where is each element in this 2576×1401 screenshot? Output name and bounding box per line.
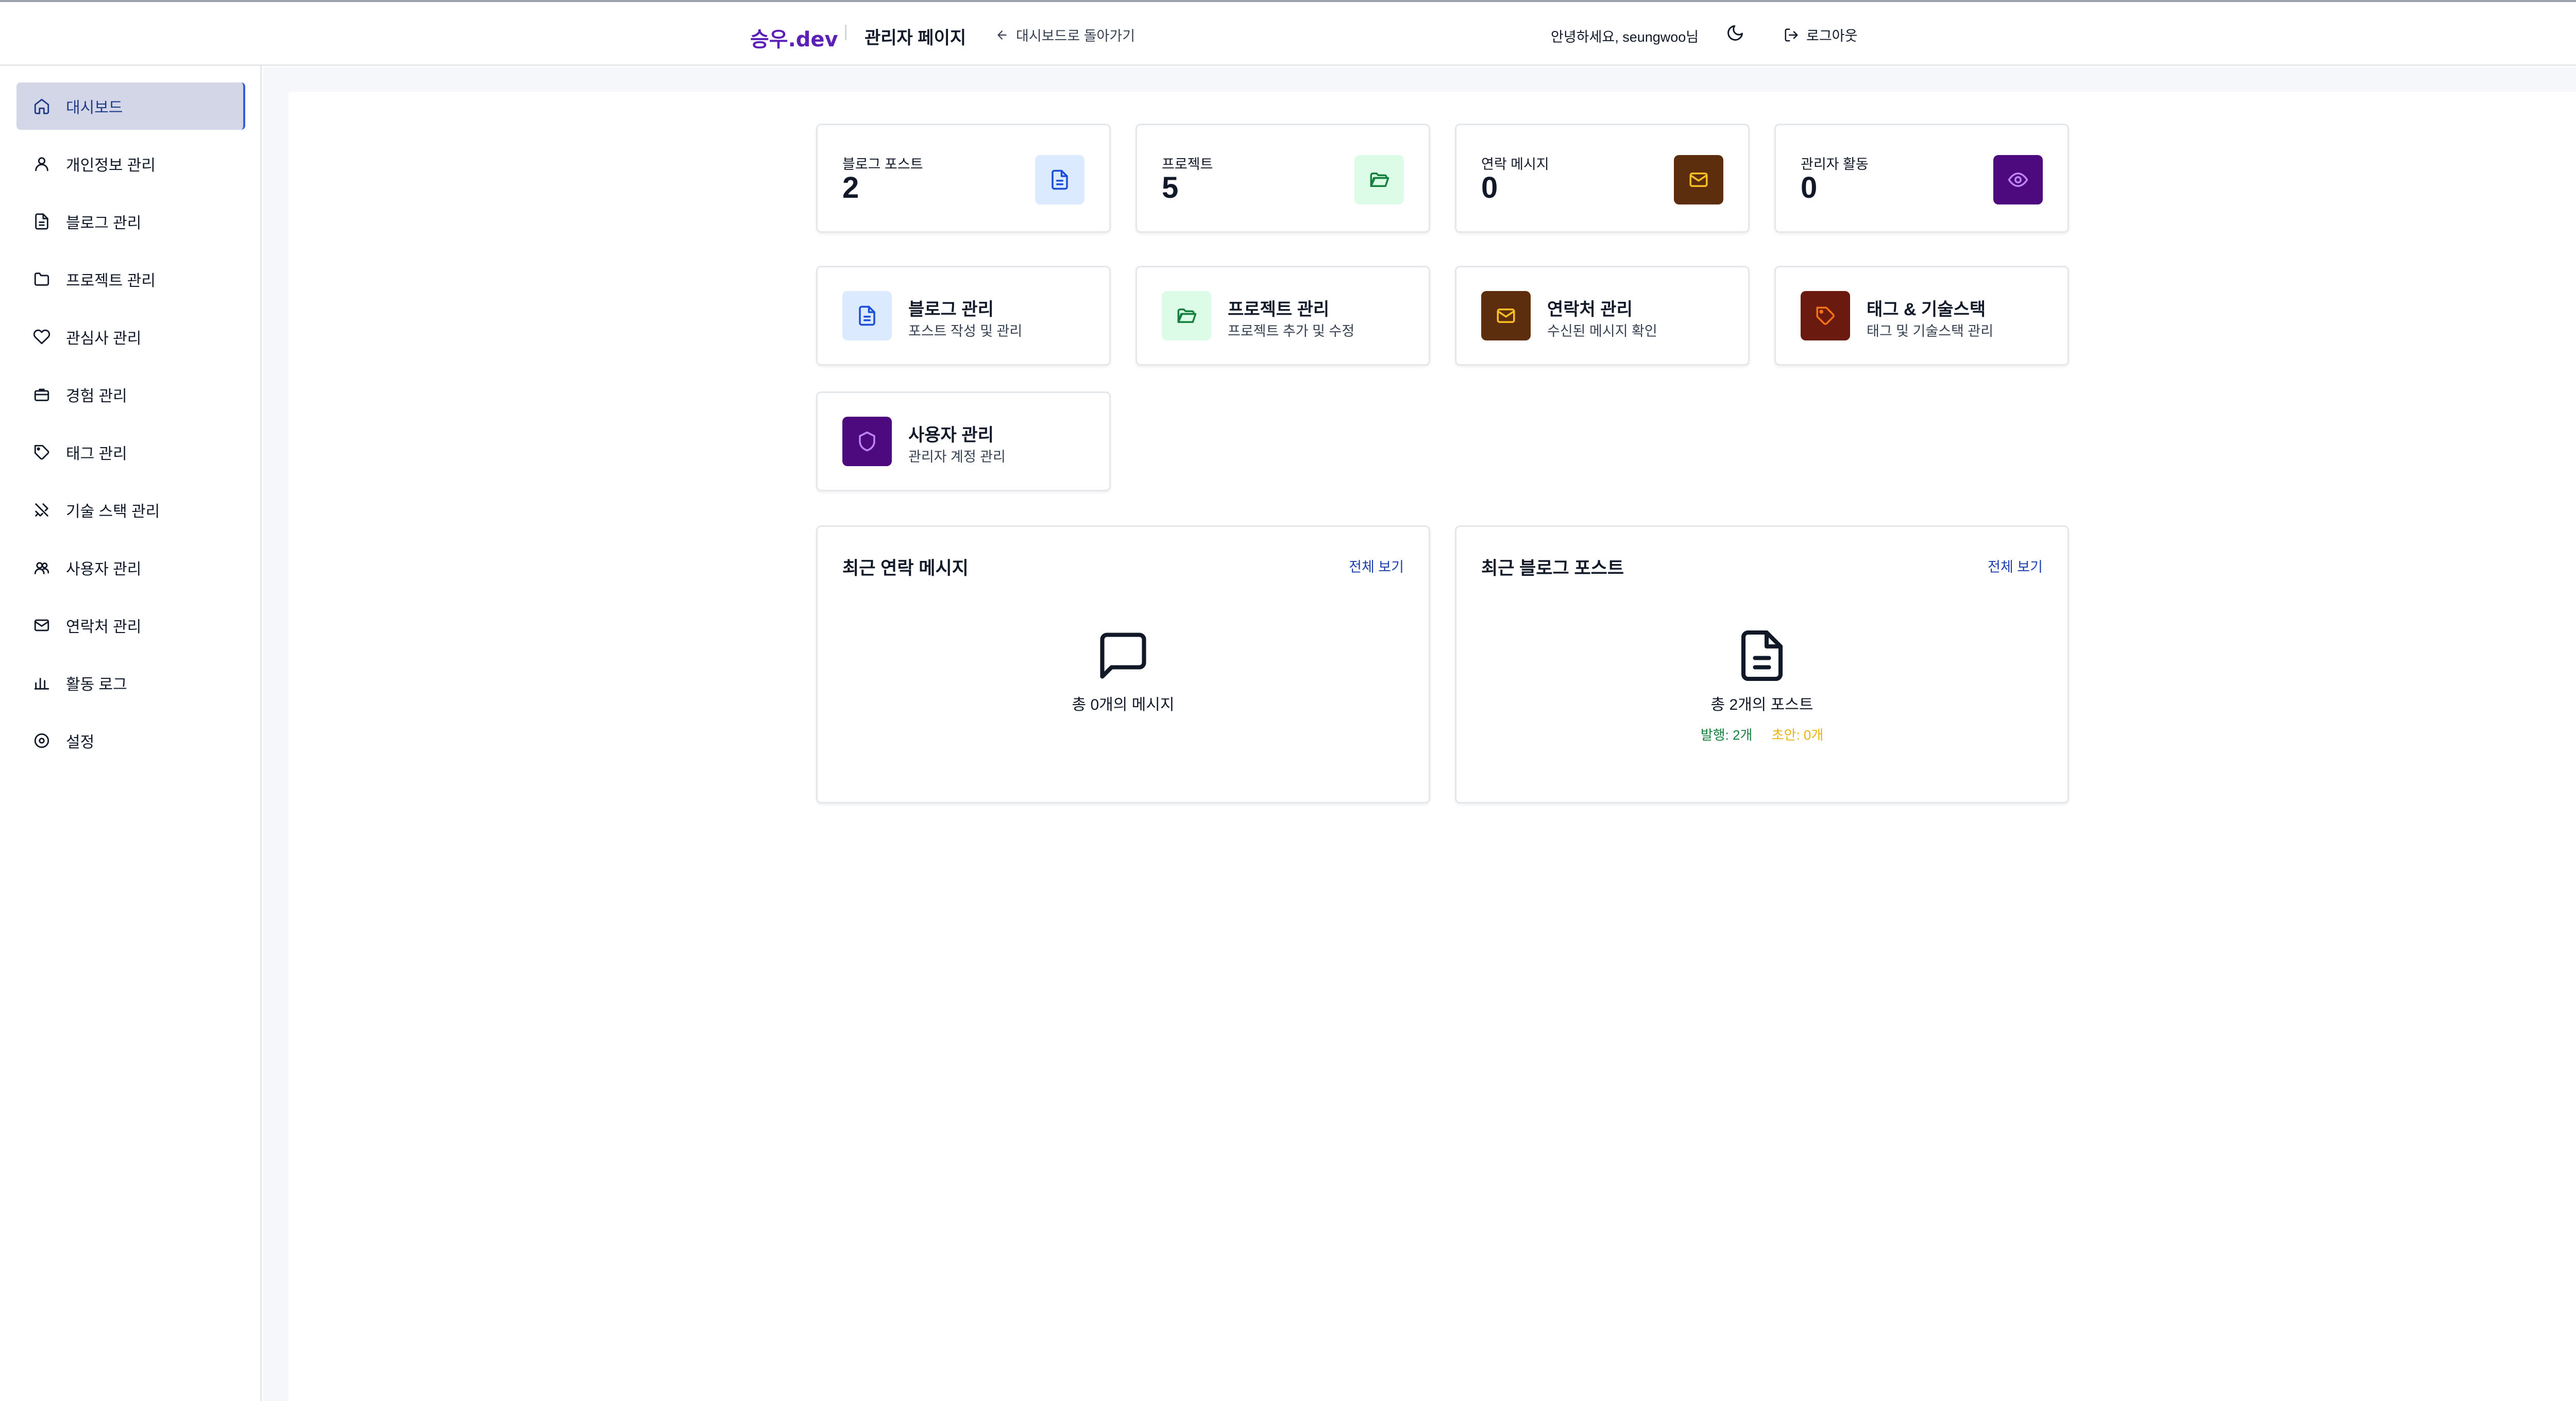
tag-icon — [34, 445, 49, 460]
view-all-messages-link[interactable]: 전체 보기 — [1349, 556, 1404, 576]
shield-icon — [842, 417, 892, 466]
sidebar-item-label: 활동 로그 — [66, 676, 127, 693]
back-to-dashboard-link[interactable]: 대시보드로 돌아가기 — [995, 25, 1135, 45]
sidebar-item-label: 블로그 관리 — [66, 215, 142, 232]
sidebar-item-label: 개인정보 관리 — [66, 157, 156, 174]
published-count: 발행: 2개 — [1700, 727, 1753, 743]
mail-icon — [34, 619, 49, 631]
eye-icon — [1993, 155, 2043, 204]
sidebar-item-users[interactable]: 사용자 관리 — [16, 544, 245, 591]
home-icon — [34, 98, 49, 114]
stat-card-projects: 프로젝트 5 — [1136, 124, 1430, 233]
back-link-label: 대시보드로 돌아가기 — [1016, 28, 1136, 44]
users-icon — [34, 562, 49, 574]
mail-icon — [1674, 155, 1723, 204]
folder-open-icon — [1354, 155, 1404, 204]
sidebar-item-tech-stack[interactable]: 기술 스택 관리 — [16, 486, 245, 534]
quick-action-title: 연락처 관리 — [1547, 300, 1633, 319]
sidebar-item-activity-log[interactable]: 활동 로그 — [16, 659, 245, 707]
stat-value: 0 — [1801, 171, 1818, 204]
view-all-posts-link[interactable]: 전체 보기 — [1988, 556, 2043, 576]
quick-action-title: 블로그 관리 — [908, 300, 994, 319]
sidebar-item-label: 사용자 관리 — [66, 561, 142, 578]
posts-status-summary: 발행: 2개 초안: 0개 — [1456, 725, 2067, 744]
panel-title: 최근 연락 메시지 — [842, 558, 969, 578]
quick-action-tags[interactable]: 태그 & 기술스택 태그 및 기술스택 관리 — [1774, 266, 2069, 366]
sidebar-item-dashboard[interactable]: 대시보드 — [16, 82, 245, 130]
sidebar-item-settings[interactable]: 설정 — [16, 717, 245, 764]
folder-open-icon — [1162, 291, 1211, 340]
settings-icon — [34, 733, 49, 748]
sidebar-item-label: 기술 스택 관리 — [66, 503, 160, 520]
sidebar: 대시보드 개인정보 관리 블로그 관리 프로젝트 관리 관심사 관리 경험 관리… — [0, 66, 262, 1401]
stat-card-admin-activity: 관리자 활동 0 — [1774, 124, 2069, 233]
user-greeting: 안녕하세요, seungwoo님 — [1551, 29, 1699, 45]
bar-chart-icon — [34, 678, 49, 690]
quick-action-title: 프로젝트 관리 — [1228, 300, 1330, 319]
sidebar-item-projects[interactable]: 프로젝트 관리 — [16, 255, 245, 303]
sidebar-item-profile[interactable]: 개인정보 관리 — [16, 140, 245, 187]
file-text-icon — [35, 213, 48, 230]
sidebar-item-tags[interactable]: 태그 관리 — [16, 429, 245, 476]
quick-action-subtitle: 태그 및 기술스택 관리 — [1867, 323, 1994, 339]
quick-action-users[interactable]: 사용자 관리 관리자 계정 관리 — [816, 391, 1111, 491]
main-content — [289, 92, 2576, 1401]
theme-toggle-button[interactable] — [1726, 24, 1744, 42]
stat-card-blog-posts: 블로그 포스트 2 — [816, 124, 1111, 233]
tag-icon — [1801, 291, 1850, 340]
moon-icon — [1727, 25, 1743, 41]
sidebar-item-blog[interactable]: 블로그 관리 — [16, 198, 245, 245]
sidebar-item-label: 태그 관리 — [66, 446, 127, 463]
stat-value: 2 — [842, 171, 859, 204]
quick-action-subtitle: 수신된 메시지 확인 — [1547, 323, 1657, 339]
top-header: 승우.dev 관리자 페이지 대시보드로 돌아가기 안녕하세요, seungwo… — [0, 0, 2576, 66]
message-square-icon — [1100, 633, 1146, 679]
stat-value: 5 — [1162, 171, 1179, 204]
quick-action-projects[interactable]: 프로젝트 관리 프로젝트 추가 및 수정 — [1136, 266, 1430, 366]
sidebar-item-label: 연락처 관리 — [66, 619, 142, 636]
panel-title: 최근 블로그 포스트 — [1481, 558, 1624, 578]
page-title: 관리자 페이지 — [865, 28, 967, 48]
file-text-icon — [1741, 630, 1783, 681]
quick-action-contacts[interactable]: 연락처 관리 수신된 메시지 확인 — [1455, 266, 1750, 366]
file-text-icon — [842, 291, 892, 340]
sidebar-item-label: 경험 관리 — [66, 388, 127, 405]
heart-icon — [33, 329, 50, 345]
sidebar-item-label: 설정 — [66, 734, 95, 751]
brand-logo[interactable]: 승우.dev — [750, 23, 838, 53]
briefcase-icon — [34, 388, 49, 401]
sidebar-item-interests[interactable]: 관심사 관리 — [16, 313, 245, 361]
tools-icon — [35, 503, 48, 517]
quick-action-subtitle: 관리자 계정 관리 — [908, 449, 1006, 465]
sidebar-item-label: 프로젝트 관리 — [66, 272, 156, 289]
logout-icon — [1785, 28, 1798, 41]
quick-action-title: 태그 & 기술스택 — [1867, 300, 1986, 319]
sidebar-item-label: 관심사 관리 — [66, 330, 142, 347]
brand-divider — [845, 25, 846, 40]
stat-value: 0 — [1481, 171, 1498, 204]
recent-messages-panel: 최근 연락 메시지 전체 보기 총 0개의 메시지 — [816, 525, 1430, 804]
quick-action-blog[interactable]: 블로그 관리 포스트 작성 및 관리 — [816, 266, 1111, 366]
sidebar-item-label: 대시보드 — [66, 99, 123, 116]
quick-action-subtitle: 프로젝트 추가 및 수정 — [1228, 323, 1355, 339]
stat-card-messages: 연락 메시지 0 — [1455, 124, 1750, 233]
quick-action-subtitle: 포스트 작성 및 관리 — [908, 323, 1023, 339]
file-text-icon — [1035, 155, 1084, 204]
posts-count-text: 총 2개의 포스트 — [1710, 696, 1814, 713]
sidebar-item-experience[interactable]: 경험 관리 — [16, 371, 245, 418]
folder-icon — [34, 272, 49, 286]
draft-count: 초안: 0개 — [1771, 727, 1824, 743]
messages-count-text: 총 0개의 메시지 — [1072, 696, 1175, 713]
mail-icon — [1481, 291, 1531, 340]
logout-label: 로그아웃 — [1806, 28, 1858, 44]
logout-button[interactable]: 로그아웃 — [1784, 25, 1857, 45]
arrow-left-icon — [997, 30, 1007, 40]
sidebar-item-contacts[interactable]: 연락처 관리 — [16, 602, 245, 649]
quick-action-title: 사용자 관리 — [908, 425, 994, 445]
user-icon — [35, 157, 48, 172]
recent-posts-panel: 최근 블로그 포스트 전체 보기 총 2개의 포스트 발행: 2개 초안: 0개 — [1455, 525, 2069, 804]
